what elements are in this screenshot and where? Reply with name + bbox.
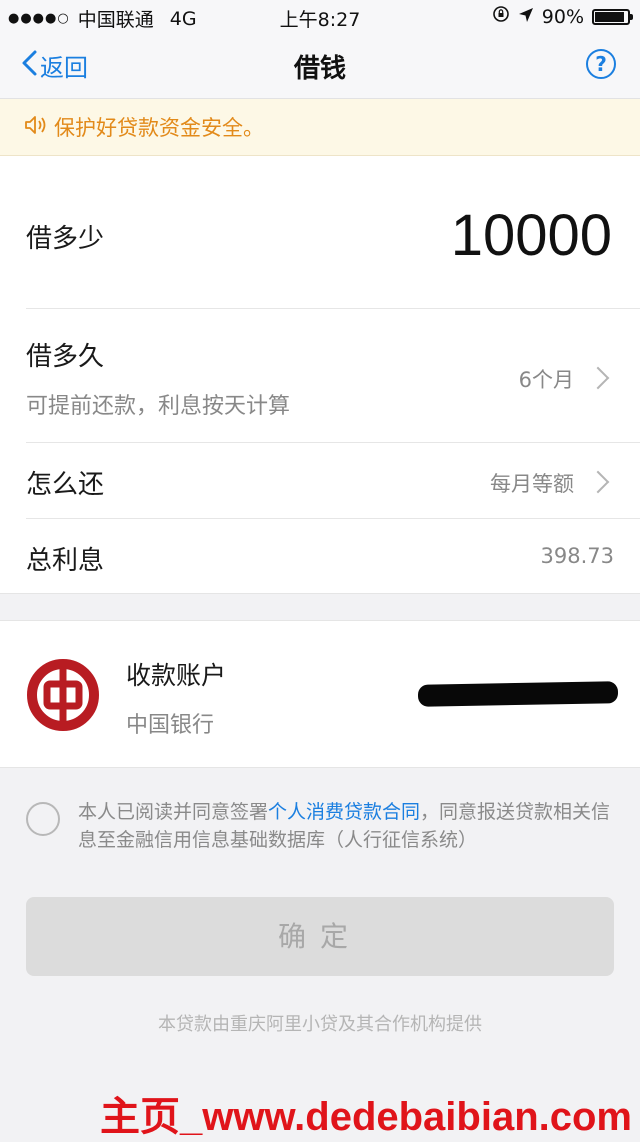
agreement-text-prefix: 本人已阅读并同意签署 (78, 801, 269, 823)
status-bar: ●●●●○ 中国联通 4G 上午8:27 90% (0, 0, 640, 34)
term-subtitle: 可提前还款，利息按天计算 (26, 394, 291, 419)
bank-of-china-logo-icon (26, 658, 100, 732)
loan-details-card: 借多少 10000 借多久 可提前还款，利息按天计算 6个月 怎么还 每月等额 … (0, 156, 640, 594)
chevron-right-icon (586, 470, 610, 494)
repayment-label: 怎么还 (26, 470, 105, 500)
term-value: 6个月 (518, 368, 574, 392)
battery-level-fill (595, 11, 624, 22)
account-bank-name: 中国银行 (126, 713, 215, 738)
divider (26, 308, 640, 309)
amount-label: 借多少 (26, 224, 105, 254)
location-arrow-icon (518, 6, 534, 28)
battery-icon (592, 8, 633, 25)
interest-label: 总利息 (26, 546, 105, 576)
repayment-value: 每月等额 (490, 472, 574, 496)
account-title: 收款账户 (126, 661, 227, 690)
chevron-right-icon (586, 366, 610, 390)
redacted-account-number (417, 681, 619, 707)
amount-input[interactable]: 10000 (451, 202, 612, 269)
speaker-icon (0, 114, 54, 141)
navigation-bar: 返回 借钱 ? (0, 34, 640, 99)
term-label: 借多久 (26, 342, 105, 372)
interest-value: 398.73 (540, 544, 614, 568)
divider (26, 442, 640, 443)
loan-contract-link[interactable]: 个人消费贷款合同 (268, 801, 420, 823)
confirm-button[interactable]: 确定 (26, 897, 614, 976)
notice-bar: 保护好贷款资金安全。 (0, 99, 640, 156)
watermark-text: 主页_www.dedebaibian.com (100, 1095, 632, 1139)
help-icon[interactable]: ? (586, 49, 616, 79)
receiving-account-card[interactable]: 收款账户 中国银行 (0, 620, 640, 768)
divider (26, 518, 640, 519)
page-title: 借钱 (293, 54, 346, 84)
battery-percent: 90% (541, 5, 584, 28)
notice-text: 保护好贷款资金安全。 (54, 116, 264, 140)
footer-note: 本贷款由重庆阿里小贷及其合作机构提供 (158, 1014, 482, 1035)
rotation-lock-icon (492, 5, 510, 28)
agreement-checkbox[interactable] (26, 802, 60, 836)
agreement-text: 本人已阅读并同意签署个人消费贷款合同，同意报送贷款相关信息至金融信用信息基础数据… (78, 798, 618, 854)
